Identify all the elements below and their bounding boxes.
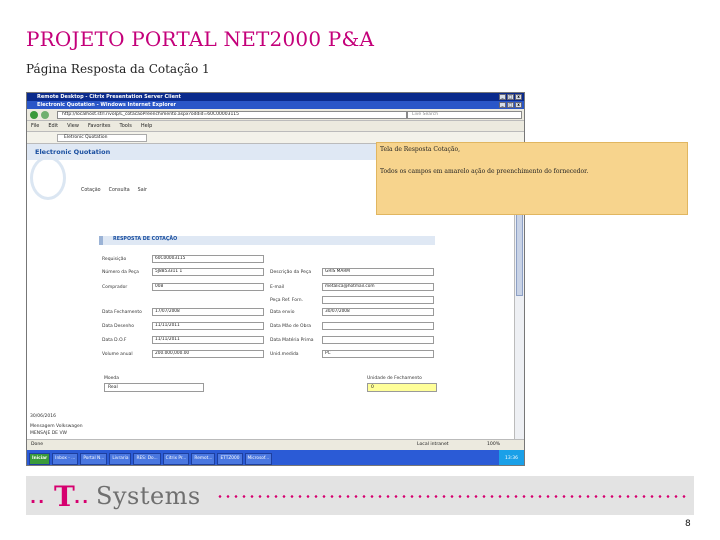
input-peca-ref[interactable]: [322, 296, 434, 304]
taskbar-item[interactable]: Microsof...: [244, 452, 273, 465]
select-moeda[interactable]: Real: [104, 383, 204, 392]
app-logo-icon: [30, 156, 66, 200]
label-data-dof: Data D.O.F: [102, 338, 127, 343]
taskbar-clock: 13:36: [499, 450, 524, 465]
ie-close-button[interactable]: x: [515, 102, 522, 108]
app-title: Electronic Quotation: [35, 148, 111, 156]
t-systems-footer: ·· T ·· Systems: [26, 476, 694, 515]
taskbar-item[interactable]: Inbox - ...: [52, 452, 79, 465]
remote-desktop-title: Remote Desktop - Citrix Presentation Ser…: [37, 94, 181, 100]
rd-window-buttons: _ □ x: [499, 94, 522, 100]
input-email[interactable]: metalica@hotmail.com: [322, 283, 434, 291]
close-button[interactable]: x: [515, 94, 522, 100]
note-text-2: MENSAJE DE VW: [30, 431, 67, 436]
nav-consulta[interactable]: Consulta: [109, 188, 130, 193]
input-numero-peca[interactable]: 5J8853311 1: [152, 268, 264, 276]
ie-maximize-button[interactable]: □: [507, 102, 514, 108]
brand-dotted-trail: [216, 495, 690, 498]
status-bar: Done Local intranet 100%: [27, 439, 524, 450]
remote-desktop-titlebar: Remote Desktop - Citrix Presentation Ser…: [27, 93, 524, 101]
label-moeda: Moeda: [104, 376, 120, 381]
taskbar-item[interactable]: RES: Do...: [133, 452, 161, 465]
brand-t-logo: T: [54, 480, 75, 513]
input-volume-anual[interactable]: 200.000,000.00: [152, 350, 264, 358]
slide-subtitle: Página Resposta da Cotação 1: [26, 62, 210, 76]
address-bar[interactable]: http://localhost.strl.rivolp/L_cotacaoPr…: [57, 111, 407, 119]
label-data-envio: Data envio: [270, 310, 295, 315]
ie-minimize-button[interactable]: _: [499, 102, 506, 108]
page-number: 8: [685, 519, 691, 529]
input-descricao-peca[interactable]: GRIS MARM: [322, 268, 434, 276]
forward-icon[interactable]: [41, 111, 49, 119]
menu-favorites[interactable]: Favorites: [88, 121, 111, 131]
menu-bar: File Edit View Favorites Tools Help: [27, 121, 524, 132]
live-search-input[interactable]: Live Search: [407, 111, 522, 119]
label-data-materia-prima: Data Matéria Prima: [270, 338, 314, 343]
label-unid-medida: Unid.medida: [270, 352, 299, 357]
menu-file[interactable]: File: [31, 121, 39, 131]
taskbar-item[interactable]: Livraria: [109, 452, 132, 465]
taskbar: Iniciar Inbox - ... Portal N... Livraria…: [27, 450, 524, 465]
input-comprador[interactable]: 008: [152, 283, 264, 291]
taskbar-item[interactable]: Portal N...: [80, 452, 108, 465]
label-data-desenho: Data Desenho: [102, 324, 134, 329]
browser-tab[interactable]: Eletronic Quotation: [57, 134, 147, 142]
start-button[interactable]: Iniciar: [29, 452, 51, 465]
label-volume-anual: Volume anual: [102, 352, 133, 357]
label-email: E-mail: [270, 285, 285, 290]
label-descricao-peca: Descrição da Peça: [270, 270, 312, 275]
status-text: Done: [31, 442, 44, 447]
label-peca-ref: Peça Ref. Forn.: [270, 298, 304, 303]
nav-sair[interactable]: Sair: [138, 188, 147, 193]
input-requisicao[interactable]: 60C00003115: [152, 255, 264, 263]
status-zoom[interactable]: 100%: [487, 440, 500, 450]
label-comprador: Comprador: [102, 285, 128, 290]
brand-dots-icon: ··: [30, 492, 47, 511]
menu-view[interactable]: View: [67, 121, 79, 131]
input-data-envio[interactable]: 30/07/2008: [322, 308, 434, 316]
annotation-callout: Tela de Resposta Cotação, Todos os campo…: [376, 142, 688, 215]
input-data-mao-obra[interactable]: [322, 322, 434, 330]
label-numero-peca: Número da Peça: [102, 270, 139, 275]
form-title: RESPOSTA DE COTAÇÃO: [113, 237, 178, 242]
note-date: 30/06/2016: [30, 414, 56, 419]
maximize-button[interactable]: □: [507, 94, 514, 100]
note-text-1: Mensagem Volkswagen: [30, 424, 83, 429]
taskbar-item[interactable]: Citrix Pr...: [162, 452, 190, 465]
taskbar-item[interactable]: ETTZ000: [217, 452, 243, 465]
input-data-fechamento[interactable]: 17/07/2008: [152, 308, 264, 316]
input-data-dof[interactable]: 11/11/2011: [152, 336, 264, 344]
brand-dots-icon-2: ··: [74, 492, 91, 511]
menu-tools[interactable]: Tools: [120, 121, 132, 131]
form-header: RESPOSTA DE COTAÇÃO: [99, 236, 435, 245]
brand-wordmark: Systems: [96, 482, 201, 510]
address-row: http://localhost.strl.rivolp/L_cotacaoPr…: [27, 109, 524, 121]
callout-line-2: Todos os campos em amarelo ação de preen…: [380, 168, 589, 175]
nav-cotacao[interactable]: Cotação: [81, 188, 101, 193]
minimize-button[interactable]: _: [499, 94, 506, 100]
taskbar-item[interactable]: Remot...: [191, 452, 216, 465]
label-requisicao: Requisição: [102, 257, 127, 262]
label-unidade-fechamento: Unidade de Fechamento: [367, 376, 422, 381]
input-unidade-fechamento[interactable]: 0: [367, 383, 437, 392]
ie-titlebar: Electronic Quotation - Windows Internet …: [27, 101, 524, 109]
menu-edit[interactable]: Edit: [48, 121, 58, 131]
back-icon[interactable]: [30, 111, 38, 119]
ie-window-buttons: _ □ x: [499, 102, 522, 108]
input-unid-medida[interactable]: PC: [322, 350, 434, 358]
slide-title: PROJETO PORTAL NET2000 P&A: [26, 27, 375, 51]
menu-help[interactable]: Help: [141, 121, 152, 131]
input-data-materia-prima[interactable]: [322, 336, 434, 344]
input-data-desenho[interactable]: 11/11/2011: [152, 322, 264, 330]
status-zone: Local intranet: [417, 442, 449, 447]
label-data-fechamento: Data Fechamento: [102, 310, 142, 315]
ie-title: Electronic Quotation - Windows Internet …: [37, 102, 176, 108]
callout-line-1: Tela de Resposta Cotação,: [380, 146, 461, 153]
label-data-mao-obra: Data Mão de Obra: [270, 324, 312, 329]
app-nav: Cotação Consulta Sair: [81, 188, 147, 193]
